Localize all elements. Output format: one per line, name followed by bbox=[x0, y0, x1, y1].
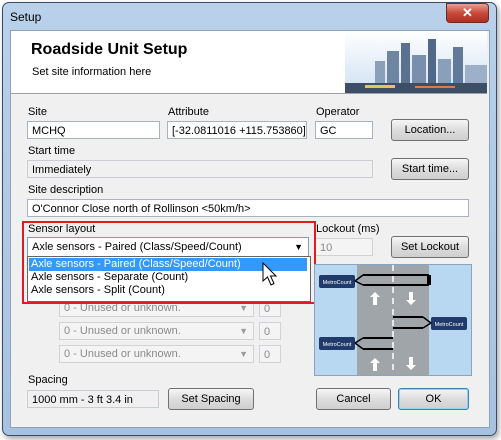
operator-input[interactable]: GC bbox=[315, 121, 373, 139]
site-input[interactable]: MCHQ bbox=[27, 121, 160, 139]
road-diagram-graphic: MetroCount MetroCount MetroCount bbox=[319, 265, 467, 375]
banner-title: Roadside Unit Setup bbox=[31, 41, 188, 58]
lockout-label: Lockout (ms) bbox=[316, 223, 380, 235]
window-title: Setup bbox=[10, 10, 42, 24]
location-button[interactable]: Location... bbox=[391, 119, 469, 141]
start-time-field: Immediately bbox=[27, 160, 373, 178]
lane-type-select[interactable]: 0 - Unused or unknown. ▼ bbox=[59, 345, 254, 363]
operator-label: Operator bbox=[316, 106, 360, 118]
device-label: MetroCount bbox=[435, 322, 464, 328]
spacing-label: Spacing bbox=[28, 374, 68, 386]
attribute-input[interactable]: [-32.0811016 +115.753860] bbox=[167, 121, 307, 139]
mouse-cursor-icon bbox=[262, 262, 278, 286]
set-lockout-button[interactable]: Set Lockout bbox=[391, 236, 469, 258]
site-label: Site bbox=[28, 106, 47, 118]
chevron-down-icon: ▼ bbox=[239, 349, 248, 359]
ok-button[interactable]: OK bbox=[398, 388, 469, 410]
lane-count-input[interactable]: 0 bbox=[259, 345, 281, 363]
device-label: MetroCount bbox=[323, 280, 352, 286]
sensor-layout-diagram: MetroCount MetroCount MetroCount bbox=[314, 264, 472, 376]
site-description-input[interactable]: O'Connor Close north of Rollinson <50km/… bbox=[27, 199, 469, 217]
cancel-button[interactable]: Cancel bbox=[316, 388, 391, 410]
start-time-label: Start time bbox=[28, 145, 76, 157]
city-skyline-image bbox=[345, 31, 487, 93]
set-spacing-button[interactable]: Set Spacing bbox=[168, 388, 254, 410]
close-button[interactable]: ✕ bbox=[446, 3, 489, 23]
lane-type-select[interactable]: 0 - Unused or unknown. ▼ bbox=[59, 322, 254, 340]
lane-count-input[interactable]: 0 bbox=[259, 322, 281, 340]
banner-subtitle: Set site information here bbox=[32, 66, 152, 78]
attribute-label: Attribute bbox=[168, 106, 209, 118]
lane-type-value: 0 - Unused or unknown. bbox=[64, 348, 181, 360]
start-time-button[interactable]: Start time... bbox=[391, 158, 469, 180]
lane-type-value: 0 - Unused or unknown. bbox=[64, 325, 181, 337]
site-description-label: Site description bbox=[28, 184, 104, 196]
lockout-input[interactable]: 10 bbox=[315, 238, 373, 256]
spacing-field: 1000 mm - 3 ft 3.4 in bbox=[27, 390, 159, 408]
device-label: MetroCount bbox=[323, 342, 352, 348]
chevron-down-icon: ▼ bbox=[239, 326, 248, 336]
header-banner: Roadside Unit Setup Set site information… bbox=[11, 31, 487, 94]
